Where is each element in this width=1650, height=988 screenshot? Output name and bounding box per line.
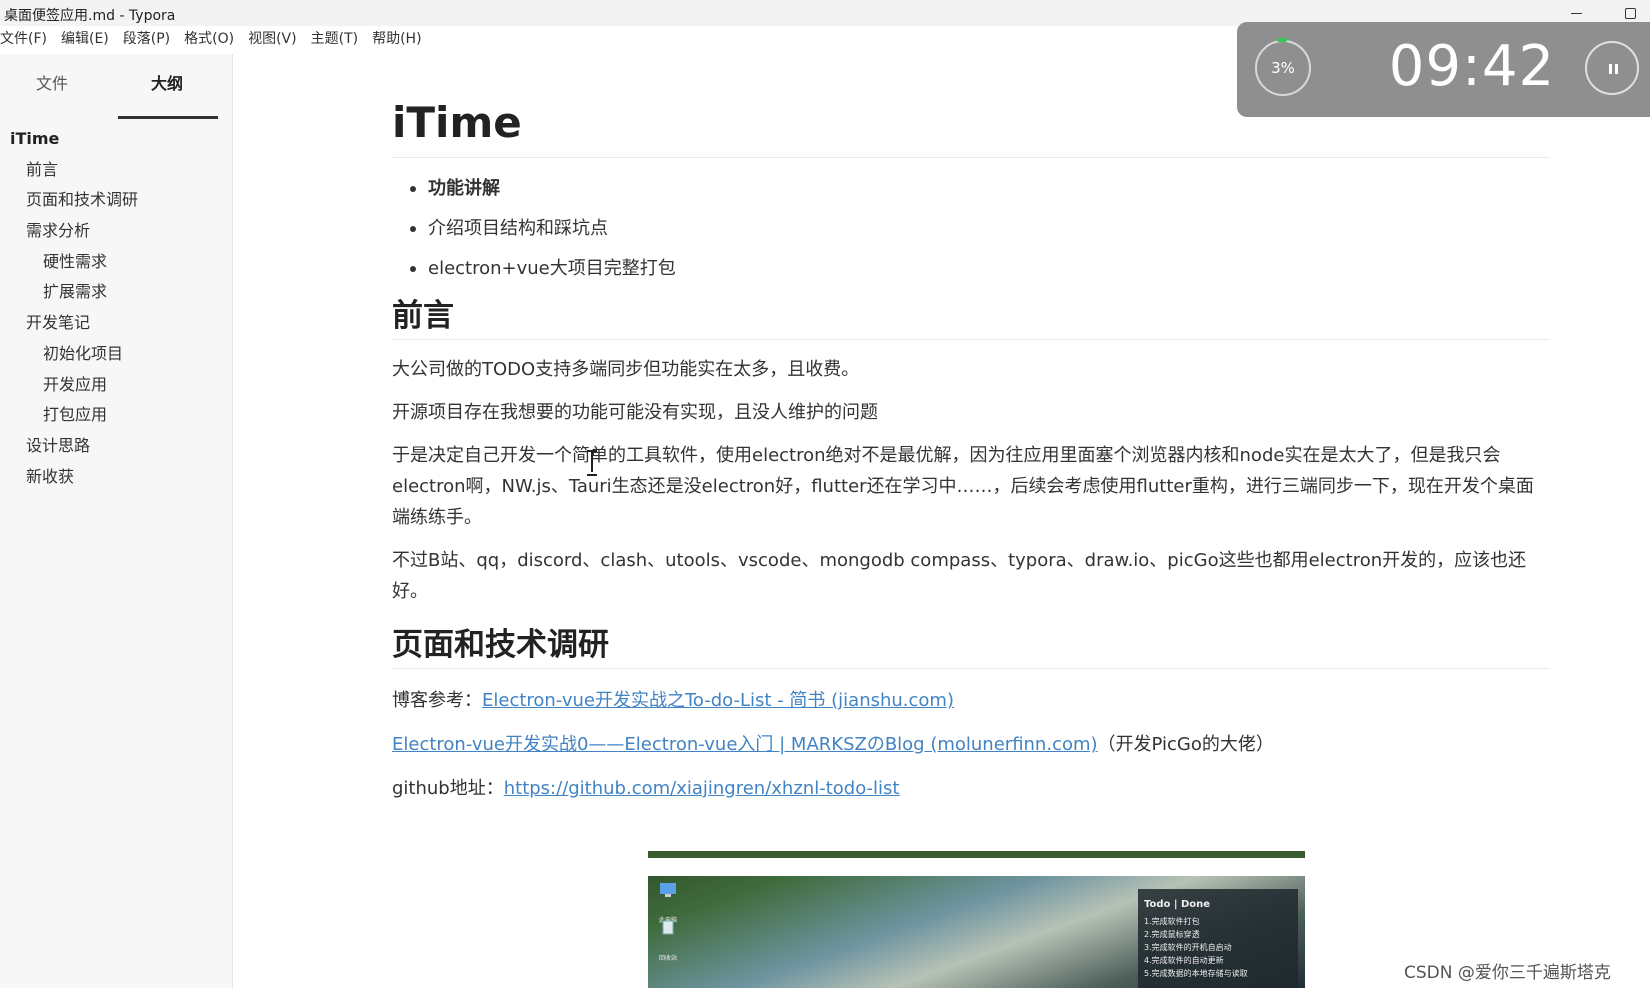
- recycle-bin-icon: 回收站: [654, 919, 682, 962]
- menu-edit[interactable]: 编辑(E): [61, 28, 109, 52]
- menu-view[interactable]: 视图(V): [248, 28, 297, 52]
- paragraph: 开源项目存在我想要的功能可能没有实现，且没人维护的问题: [392, 402, 878, 423]
- paragraph-blog2: Electron-vue开发实战0——Electron-vue入门 | MARK…: [392, 729, 1550, 760]
- image-topbar: [648, 851, 1305, 858]
- pause-icon[interactable]: [1585, 41, 1639, 95]
- outline-item-develop-app[interactable]: 开发应用: [0, 370, 233, 401]
- paragraph-github: github地址：https://github.com/xiajingren/x…: [392, 773, 1550, 804]
- tab-files[interactable]: 文件: [36, 70, 68, 94]
- outline-item-init-project[interactable]: 初始化项目: [0, 339, 233, 370]
- blog-prefix: 博客参考：: [392, 690, 482, 711]
- link2-suffix: （开发PicGo的大佬）: [1097, 734, 1274, 755]
- heading-preface: 前言: [392, 296, 1550, 340]
- todo-title: Todo | Done: [1144, 899, 1211, 910]
- blog-link-jianshu[interactable]: Electron-vue开发实战之To-do-List - 简书 (jiansh…: [482, 690, 954, 711]
- timer-time: 09:42: [1388, 34, 1556, 99]
- todo-item: 3.完成软件的开机自启动: [1144, 943, 1232, 952]
- sidebar-tabs: 文件 大纲: [0, 70, 233, 119]
- blog-link-molunerfinn[interactable]: Electron-vue开发实战0——Electron-vue入门 | MARK…: [392, 734, 1098, 755]
- outline-item-requirements[interactable]: 需求分析: [0, 216, 233, 247]
- image-band: [648, 858, 1305, 876]
- menu-theme[interactable]: 主题(T): [311, 28, 358, 52]
- heading-research: 页面和技术调研: [392, 625, 1550, 669]
- timer-widget[interactable]: 3% 09:42: [1237, 22, 1650, 117]
- todo-item: 2.完成鼠标穿透: [1144, 930, 1200, 939]
- outline-item-itime[interactable]: iTime: [0, 124, 233, 155]
- outline-item-hard-requirements[interactable]: 硬性需求: [0, 247, 233, 278]
- sidebar: 文件 大纲 iTime 前言 页面和技术调研 需求分析 硬性需求 扩展需求 开发…: [0, 54, 233, 988]
- minimize-icon[interactable]: [1564, 2, 1588, 24]
- restore-icon[interactable]: [1618, 2, 1642, 24]
- paragraph: 于是决定自己开发一个简单的工具软件，使用electron绝对不是最优解，因为往应…: [392, 445, 1534, 528]
- watermark: CSDN @爱你三千遍斯塔克: [1404, 963, 1611, 983]
- outline-item-learnings[interactable]: 新收获: [0, 462, 233, 493]
- list-item: 功能讲解: [392, 172, 1550, 212]
- text-cursor-icon: [587, 450, 597, 476]
- paragraph: 不过B站、qq，discord、clash、utools、vscode、mong…: [392, 550, 1527, 602]
- paragraph: 大公司做的TODO支持多端同步但功能实在太多，且收费。: [392, 359, 860, 380]
- menu-help[interactable]: 帮助(H): [372, 28, 421, 52]
- window-title: 桌面便签应用.md - Typora: [4, 8, 176, 24]
- menu-file[interactable]: 文件(F): [0, 28, 47, 52]
- list-item: electron+vue大项目完整打包: [392, 252, 1550, 292]
- menu-paragraph[interactable]: 段落(P): [123, 28, 170, 52]
- menu-bar: 文件(F) 编辑(E) 段落(P) 格式(O) 视图(V) 主题(T) 帮助(H…: [0, 28, 436, 52]
- github-prefix: github地址：: [392, 778, 504, 799]
- outline-item-package-app[interactable]: 打包应用: [0, 400, 233, 431]
- outline-list: iTime 前言 页面和技术调研 需求分析 硬性需求 扩展需求 开发笔记 初始化…: [0, 124, 233, 492]
- list-item: 介绍项目结构和踩坑点: [392, 212, 1550, 252]
- outline-item-extended-requirements[interactable]: 扩展需求: [0, 277, 233, 308]
- todo-item: 5.完成数据的本地存储与读取: [1144, 969, 1248, 978]
- outline-item-preface[interactable]: 前言: [0, 155, 233, 186]
- bullet-list: 功能讲解 介绍项目结构和踩坑点 electron+vue大项目完整打包: [392, 172, 1550, 292]
- outline-item-design[interactable]: 设计思路: [0, 431, 233, 462]
- todo-item: 4.完成软件的自动更新: [1144, 956, 1224, 965]
- outline-item-dev-notes[interactable]: 开发笔记: [0, 308, 233, 339]
- tab-outline[interactable]: 大纲: [151, 70, 183, 94]
- progress-percent: 3%: [1271, 59, 1295, 77]
- desk-icon-label: 回收站: [658, 955, 677, 962]
- github-link[interactable]: https://github.com/xiajingren/xhznl-todo…: [504, 778, 900, 799]
- embedded-screenshot-image: 此电脑 回收站 Todo | Done 1.完成软件打包 2.完成鼠标穿透 3.…: [648, 851, 1305, 988]
- todo-widget-preview: Todo | Done 1.完成软件打包 2.完成鼠标穿透 3.完成软件的开机自…: [1138, 889, 1298, 988]
- paragraph-blog: 博客参考：Electron-vue开发实战之To-do-List - 简书 (j…: [392, 685, 1550, 716]
- desktop-computer-icon: 此电脑: [654, 881, 682, 924]
- menu-format[interactable]: 格式(O): [184, 28, 234, 52]
- active-tab-indicator: [118, 116, 218, 119]
- document-editor[interactable]: iTime 功能讲解 介绍项目结构和踩坑点 electron+vue大项目完整打…: [392, 92, 1550, 804]
- todo-item: 1.完成软件打包: [1144, 917, 1200, 926]
- outline-item-research[interactable]: 页面和技术调研: [0, 185, 233, 216]
